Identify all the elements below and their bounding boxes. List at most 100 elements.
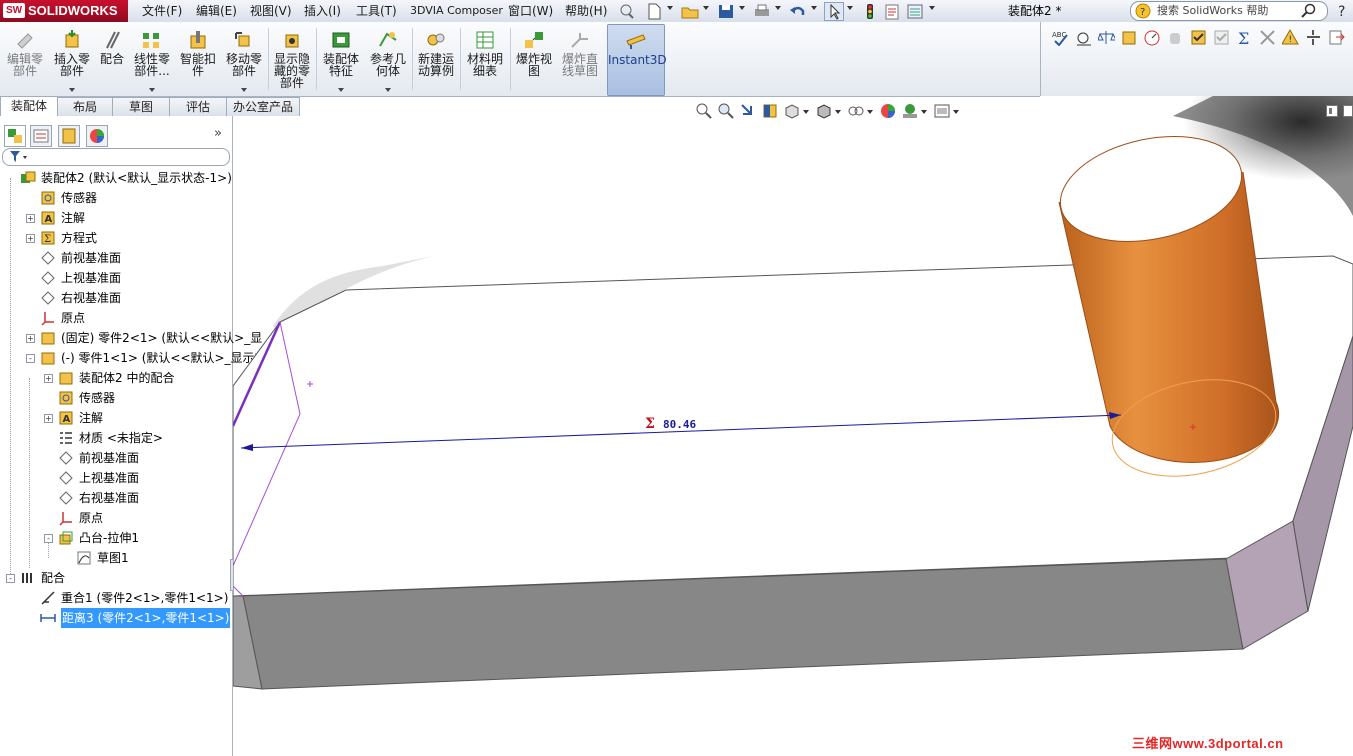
- dimension-value[interactable]: 80.46: [663, 418, 696, 431]
- interference-icon[interactable]: [1259, 29, 1276, 46]
- view-settings-icon[interactable]: [933, 102, 951, 120]
- viewport-maximize-icon[interactable]: [1343, 105, 1353, 117]
- assembly-feature-button[interactable]: 装配体 特征: [318, 24, 364, 94]
- menu-3dvia-composer[interactable]: 3DVIA Composer: [410, 2, 503, 20]
- new-document-icon[interactable]: [644, 2, 664, 21]
- view-orientation-icon[interactable]: [783, 102, 801, 120]
- tree-node[interactable]: 传感器: [0, 188, 232, 208]
- tree-node[interactable]: + A 注解: [0, 408, 232, 428]
- undo-dropdown-icon[interactable]: [811, 6, 817, 10]
- sum-icon[interactable]: Σ: [1236, 29, 1253, 46]
- file-properties-icon[interactable]: [882, 2, 902, 21]
- feature-tree-tab-icon[interactable]: [4, 125, 26, 147]
- show-hidden-components-button[interactable]: 显示隐 藏的零 部件: [270, 24, 314, 94]
- tab-layout[interactable]: 布局: [57, 97, 113, 116]
- print-icon[interactable]: [752, 2, 772, 21]
- options-icon[interactable]: [905, 2, 925, 21]
- section-properties-icon[interactable]: [1121, 29, 1138, 46]
- save-icon[interactable]: [716, 2, 736, 21]
- tree-node[interactable]: 原点: [0, 508, 232, 528]
- viewport-split-icon[interactable]: [1326, 105, 1338, 117]
- zoom-to-fit-icon[interactable]: [695, 102, 713, 120]
- insert-component-dropdown-icon[interactable]: [69, 88, 75, 92]
- tree-node[interactable]: 上视基准面: [0, 268, 232, 288]
- configuration-manager-tab-icon[interactable]: [58, 125, 80, 147]
- reference-geometry-dropdown-icon[interactable]: [385, 88, 391, 92]
- rebuild-icon[interactable]: [860, 2, 880, 21]
- bill-of-materials-button[interactable]: 材料明 细表: [462, 24, 508, 94]
- tree-node[interactable]: 距离3 (零件2<1>,零件1<1>): [0, 608, 232, 628]
- previous-view-icon[interactable]: [739, 102, 757, 120]
- measure-icon[interactable]: [1075, 29, 1092, 46]
- options-dropdown-icon[interactable]: [929, 6, 935, 10]
- tree-node[interactable]: - 凸台-拉伸1: [0, 528, 232, 548]
- display-manager-tab-icon[interactable]: [86, 125, 108, 147]
- check-icon[interactable]: [1167, 29, 1184, 46]
- select-dropdown-icon[interactable]: [847, 6, 853, 10]
- select-cursor-icon[interactable]: [824, 2, 844, 21]
- tree-node[interactable]: 传感器: [0, 388, 232, 408]
- reference-geometry-button[interactable]: 参考几 何体: [366, 24, 410, 94]
- checkbox-icon[interactable]: [1190, 29, 1207, 46]
- move-component-button[interactable]: 移动零 部件: [222, 24, 266, 94]
- open-folder-icon[interactable]: [680, 2, 700, 21]
- spell-check-icon[interactable]: ABC: [1052, 29, 1069, 46]
- tree-node[interactable]: 草图1: [0, 548, 232, 568]
- linear-pattern-button[interactable]: 线性零 部件...: [130, 24, 174, 94]
- apply-scene-icon[interactable]: [901, 102, 919, 120]
- tab-evaluate[interactable]: 评估: [169, 97, 227, 116]
- tree-expand-toggle-icon[interactable]: +: [44, 414, 53, 423]
- tab-assembly[interactable]: 装配体: [0, 96, 58, 117]
- graphics-area[interactable]: Σ 80.46: [233, 96, 1353, 756]
- print-dropdown-icon[interactable]: [775, 6, 781, 10]
- open-dropdown-icon[interactable]: [703, 6, 709, 10]
- mate-button[interactable]: 配合: [96, 24, 128, 94]
- menu-insert[interactable]: 插入(I): [304, 2, 341, 20]
- tree-filter-field[interactable]: [2, 148, 230, 166]
- insert-component-button[interactable]: 插入零 部件: [50, 24, 94, 94]
- tree-node[interactable]: 右视基准面: [0, 488, 232, 508]
- tree-node[interactable]: 前视基准面: [0, 448, 232, 468]
- new-dropdown-icon[interactable]: [667, 6, 673, 10]
- tree-node[interactable]: 右视基准面: [0, 288, 232, 308]
- tab-sketch[interactable]: 草图: [112, 97, 170, 116]
- menu-help[interactable]: 帮助(H): [565, 2, 607, 20]
- menu-file[interactable]: 文件(F): [142, 2, 182, 20]
- menu-edit[interactable]: 编辑(E): [196, 2, 237, 20]
- display-style-dropdown-icon[interactable]: [835, 110, 841, 114]
- edit-appearance-icon[interactable]: [879, 102, 897, 120]
- linear-pattern-dropdown-icon[interactable]: [149, 88, 155, 92]
- tree-expand-toggle-icon[interactable]: +: [26, 234, 35, 243]
- tree-node[interactable]: - 配合: [0, 568, 232, 588]
- new-motion-study-button[interactable]: 新建运 动算例: [414, 24, 458, 94]
- tree-node[interactable]: + Σ 方程式: [0, 228, 232, 248]
- property-manager-tab-icon[interactable]: [30, 125, 52, 147]
- pin-icon[interactable]: [618, 2, 636, 19]
- checkbox-disabled-icon[interactable]: [1213, 29, 1230, 46]
- instant3d-button[interactable]: Instant3D: [607, 24, 667, 96]
- edit-component-button[interactable]: 编辑零 部件: [2, 24, 48, 94]
- explode-line-sketch-button[interactable]: 爆炸直 线草图: [558, 24, 602, 94]
- hide-show-items-icon[interactable]: [847, 102, 865, 120]
- warning-icon[interactable]: !: [1282, 29, 1299, 46]
- tree-node[interactable]: + A 注解: [0, 208, 232, 228]
- exploded-view-button[interactable]: 爆炸视 图: [512, 24, 556, 94]
- tree-node[interactable]: + 装配体2 中的配合: [0, 368, 232, 388]
- assembly-feature-dropdown-icon[interactable]: [338, 88, 344, 92]
- save-dropdown-icon[interactable]: [739, 6, 745, 10]
- mass-properties-icon[interactable]: [1098, 29, 1115, 46]
- tree-expand-toggle-icon[interactable]: -: [26, 354, 35, 363]
- tree-expand-toggle-icon[interactable]: -: [44, 534, 53, 543]
- help-icon[interactable]: ?: [1335, 2, 1351, 19]
- smart-fastener-button[interactable]: 智能扣 件: [176, 24, 220, 94]
- move-component-dropdown-icon[interactable]: [241, 88, 247, 92]
- hide-show-dropdown-icon[interactable]: [867, 110, 873, 114]
- section-view-icon[interactable]: [761, 102, 779, 120]
- export-icon[interactable]: [1328, 29, 1345, 46]
- tree-node[interactable]: 上视基准面: [0, 468, 232, 488]
- view-orientation-dropdown-icon[interactable]: [803, 110, 809, 114]
- solidworks-logo[interactable]: SW SOLIDWORKS: [0, 0, 128, 22]
- menu-tools[interactable]: 工具(T): [356, 2, 397, 20]
- menu-window[interactable]: 窗口(W): [508, 2, 553, 20]
- help-search-field[interactable]: ? 搜索 SolidWorks 帮助: [1130, 1, 1328, 21]
